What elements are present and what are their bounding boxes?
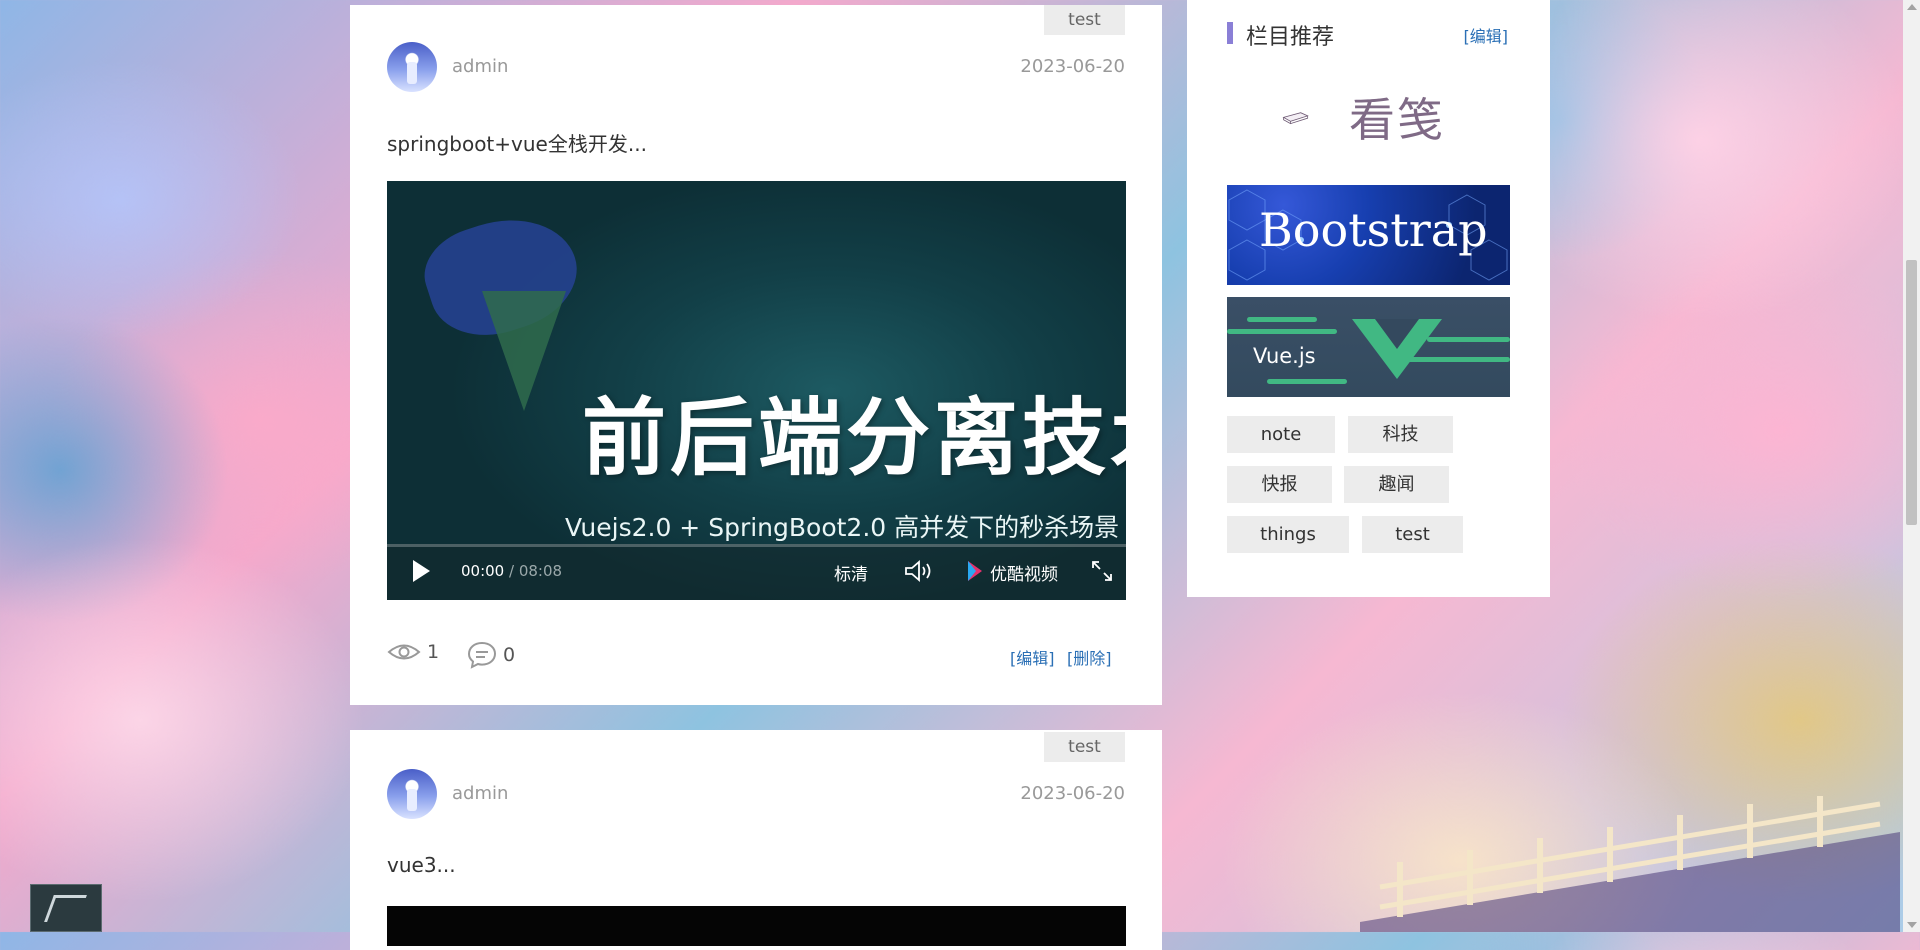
video-thumbnail-v-shape	[482, 291, 566, 411]
video-player[interactable]: 前后端分离技术 Vuejs2.0 + SpringBoot2.0 高并发下的秒杀…	[387, 181, 1126, 600]
book-icon	[1282, 112, 1309, 125]
bootstrap-banner-label: Bootstrap	[1259, 203, 1488, 257]
post-author[interactable]: admin	[452, 783, 508, 804]
post-category-tag[interactable]: test	[1044, 5, 1125, 35]
video-current-time: 00:00	[461, 562, 505, 580]
video-control-bar: 00:00 / 08:08 标清 优酷视频	[387, 544, 1126, 600]
play-icon[interactable]	[413, 560, 430, 582]
volume-icon[interactable]	[904, 560, 934, 582]
post-category-tag[interactable]: test	[1044, 732, 1125, 762]
post-date: 2023-06-20	[1020, 56, 1125, 77]
tag-note[interactable]: note	[1227, 416, 1335, 453]
vuejs-banner-label: Vue.js	[1253, 344, 1316, 368]
youku-logo-icon	[968, 561, 982, 581]
scroll-up-arrow-icon[interactable]	[1907, 4, 1917, 10]
video-provider-label[interactable]: 优酷视频	[990, 560, 1058, 585]
video-quality-button[interactable]: 标清	[834, 560, 868, 585]
post-date: 2023-06-20	[1020, 783, 1125, 804]
post-author[interactable]: admin	[452, 56, 508, 77]
vue-banner-stripe	[1227, 329, 1337, 334]
edit-post-link[interactable]: [编辑]	[1010, 645, 1055, 669]
comment-icon	[467, 641, 497, 669]
bootstrap-banner[interactable]: Bootstrap	[1227, 185, 1510, 285]
video-progress-bar[interactable]	[387, 544, 1126, 547]
tag-test[interactable]: test	[1362, 516, 1463, 553]
corner-logo-mark	[30, 884, 102, 932]
vue-logo-icon	[1352, 319, 1442, 379]
scrollbar-thumb[interactable]	[1906, 260, 1917, 525]
video-time: 00:00 / 08:08	[461, 562, 562, 580]
tag-news[interactable]: 快报	[1227, 466, 1332, 503]
tag-fun[interactable]: 趣闻	[1344, 466, 1449, 503]
tag-tech[interactable]: 科技	[1348, 416, 1453, 453]
post-summary[interactable]: vue3...	[387, 853, 456, 877]
comment-count-value: 0	[503, 644, 516, 666]
background-fence-illustration	[1360, 796, 1900, 932]
section-accent-bar	[1227, 22, 1233, 44]
delete-post-link[interactable]: [删除]	[1067, 645, 1112, 669]
video-thumbnail-title: 前后端分离技术	[582, 388, 1126, 487]
vuejs-banner[interactable]: Vue.js	[1227, 297, 1510, 397]
vue-banner-stripe	[1247, 317, 1317, 322]
comment-count[interactable]: 0	[467, 641, 515, 669]
view-count: 1	[387, 641, 439, 663]
post-card: test admin 2023-06-20 springboot+vue全栈开发…	[350, 5, 1162, 705]
post-card: test admin 2023-06-20 vue3...	[350, 730, 1162, 950]
section-title: 栏目推荐	[1246, 25, 1335, 50]
post-summary[interactable]: springboot+vue全栈开发...	[387, 128, 647, 157]
view-count-value: 1	[427, 641, 440, 663]
video-time-separator: /	[509, 562, 519, 580]
page-scrollbar[interactable]	[1903, 0, 1920, 932]
author-avatar[interactable]	[387, 769, 437, 819]
tag-things[interactable]: things	[1227, 516, 1349, 553]
scroll-down-arrow-icon[interactable]	[1907, 922, 1917, 928]
recommend-panel: 栏目推荐 [编辑] 看笺 Bootstrap Vue.js note 科技 快报…	[1187, 0, 1550, 597]
video-total-time: 08:08	[518, 562, 563, 580]
eye-icon	[387, 644, 421, 660]
edit-section-link[interactable]: [编辑]	[1464, 23, 1509, 47]
video-player[interactable]	[387, 906, 1126, 946]
author-avatar[interactable]	[387, 42, 437, 92]
brand-logo-text: 看笺	[1349, 93, 1445, 147]
fullscreen-icon[interactable]	[1091, 560, 1113, 582]
vue-banner-stripe	[1267, 379, 1347, 384]
video-thumbnail-subtitle: Vuejs2.0 + SpringBoot2.0 高并发下的秒杀场景	[565, 513, 1120, 542]
